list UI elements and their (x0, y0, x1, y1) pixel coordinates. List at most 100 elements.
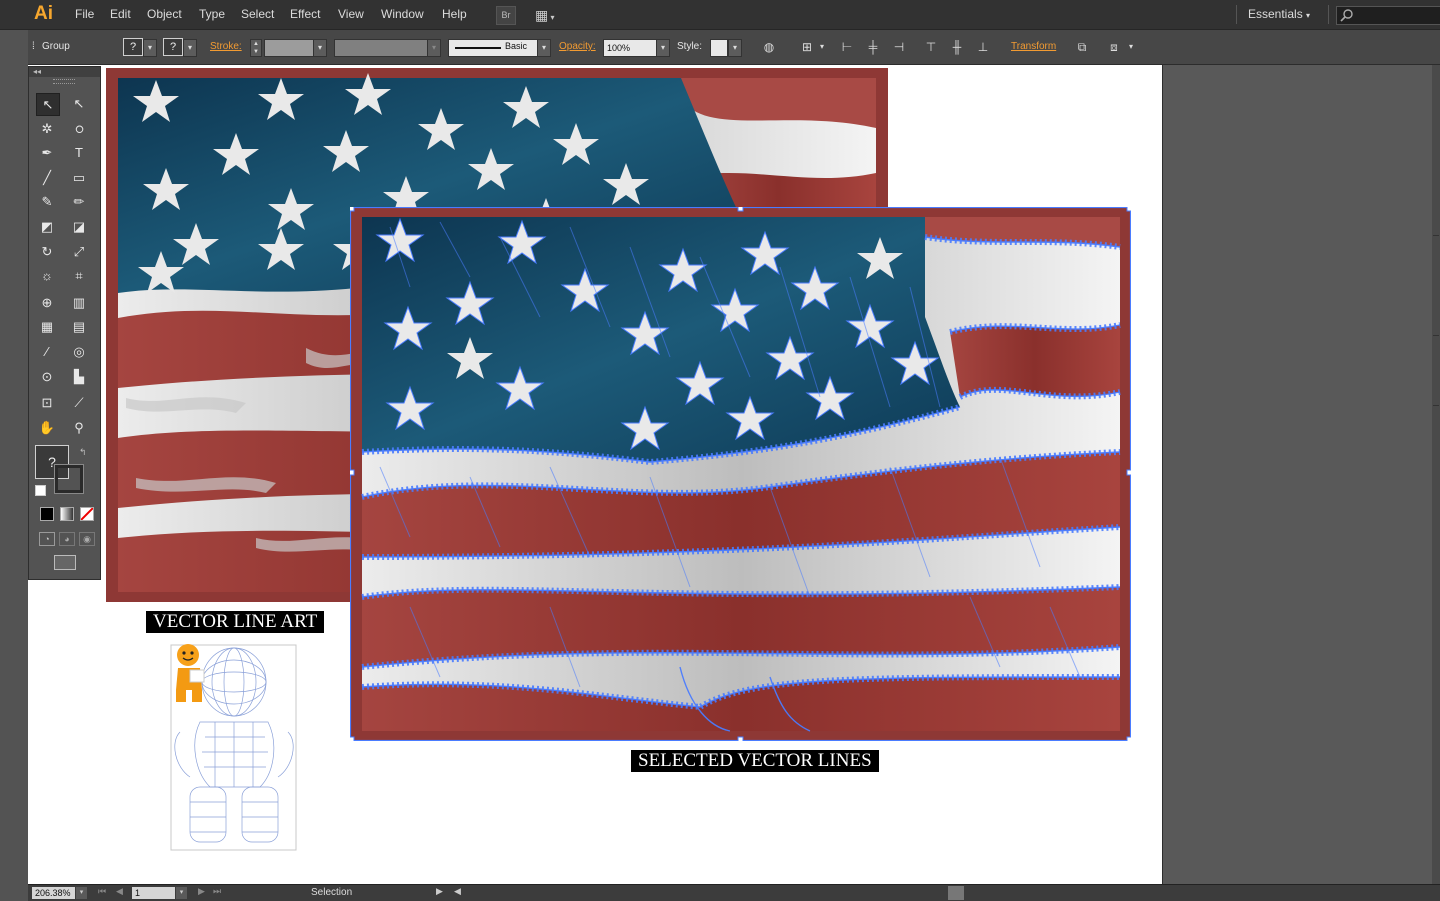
document-setup-icon[interactable]: ⧈ (1107, 40, 1121, 54)
artboard-number-field[interactable]: 1 (132, 887, 175, 899)
menu-file[interactable]: File (75, 7, 94, 21)
tools-panel: ◂◂ ? ↰ ◔ ◕ ◉ ↖ ↖ ✲ ഠ ✒ T ╱ ▭ ✎ ✏ ◩ ◪ ↻ ⤢ ☼ ⌗ ⊕ ▥ ▦ ▤ ⁄ ◎ ⊙ ▙ ⊡ ⟋ ✋… (28, 66, 101, 580)
variable-width-dropdown[interactable]: ▾ (427, 39, 441, 57)
align-horizontal-center-icon[interactable]: ╪ (866, 40, 880, 54)
rotate-tool-icon[interactable]: ↻ (36, 241, 58, 262)
eraser-tool-icon[interactable]: ◪ (68, 216, 90, 237)
zoom-field[interactable]: 206.38% (32, 887, 75, 899)
paintbrush-tool-icon[interactable]: ✎ (36, 191, 58, 212)
opacity-field[interactable]: 100% (603, 39, 659, 57)
arrange-documents-button[interactable]: ▦ ▾ (535, 6, 565, 24)
graphic-style-dropdown[interactable]: ▾ (728, 39, 742, 57)
workspace-switcher[interactable]: Essentials ▾ (1248, 7, 1310, 21)
stroke-label[interactable]: Stroke: (210, 30, 242, 64)
stroke-weight-dropdown[interactable]: ▾ (313, 39, 327, 57)
shape-builder-tool-icon[interactable]: ⊕ (36, 292, 58, 313)
align-vertical-center-icon[interactable]: ╫ (950, 40, 964, 54)
column-graph-tool-icon[interactable]: ▙ (68, 366, 90, 387)
menu-help[interactable]: Help (442, 7, 467, 21)
gradient-mode-icon[interactable] (60, 507, 74, 521)
magic-wand-tool-icon[interactable]: ✲ (36, 118, 58, 139)
chevron-down-icon[interactable]: ▾ (1124, 40, 1138, 54)
screen-mode-icon[interactable] (54, 555, 76, 570)
rectangle-tool-icon[interactable]: ▭ (68, 167, 90, 188)
menu-effect[interactable]: Effect (290, 7, 320, 21)
last-artboard-icon[interactable]: ⏭ (213, 886, 221, 897)
zoom-dropdown[interactable]: ▾ (76, 887, 87, 899)
stroke-dropdown[interactable]: ▾ (183, 39, 197, 57)
slice-tool-icon[interactable]: ⟋ (68, 392, 90, 413)
horizontal-scrollbar-thumb[interactable] (948, 886, 964, 900)
menu-window[interactable]: Window (381, 7, 424, 21)
default-fill-stroke-icon[interactable] (35, 485, 46, 496)
puppet-warp-mascot-icon (176, 644, 205, 702)
menu-select[interactable]: Select (241, 7, 274, 21)
draw-normal-icon[interactable]: ◔ (39, 532, 55, 546)
graphic-style-swatch[interactable] (710, 39, 728, 57)
stroke-weight-stepper[interactable]: ▲ ▼ (250, 39, 262, 57)
direct-selection-tool-icon[interactable]: ↖ (68, 93, 90, 114)
flag-artwork-selected[interactable] (350, 207, 1131, 741)
transform-link[interactable]: Transform (1011, 30, 1056, 64)
free-transform-tool-icon[interactable]: ⌗ (68, 265, 90, 286)
mesh-tool-icon[interactable]: ▦ (36, 316, 58, 337)
perspective-grid-tool-icon[interactable]: ▥ (68, 292, 90, 313)
variable-width-profile[interactable] (334, 39, 428, 57)
opacity-dropdown[interactable]: ▾ (656, 39, 670, 57)
bridge-button[interactable]: Br (496, 6, 516, 25)
type-tool-icon[interactable]: T (68, 142, 90, 163)
opacity-label[interactable]: Opacity: (559, 30, 596, 64)
artboard-dropdown[interactable]: ▾ (176, 887, 187, 899)
blend-tool-icon[interactable]: ◎ (68, 341, 90, 362)
collapse-icon[interactable]: ◂◂ (29, 67, 41, 76)
menu-edit[interactable]: Edit (110, 7, 131, 21)
isolate-group-icon[interactable]: ⧉ (1075, 40, 1089, 54)
status-menu-arrow-icon[interactable]: ▶ (436, 886, 443, 897)
tools-panel-grip[interactable] (53, 79, 75, 84)
pasteboard[interactable] (1163, 65, 1440, 884)
draw-behind-icon[interactable]: ◕ (59, 532, 75, 546)
menu-type[interactable]: Type (199, 7, 225, 21)
hand-tool-icon[interactable]: ✋ (36, 417, 58, 438)
previous-artboard-icon[interactable]: ◀ (116, 886, 123, 897)
vertical-scrollbar[interactable] (1432, 65, 1440, 884)
search-input[interactable] (1336, 6, 1440, 25)
menu-view[interactable]: View (338, 7, 364, 21)
menu-object[interactable]: Object (147, 7, 182, 21)
symbol-sprayer-tool-icon[interactable]: ⊙ (36, 366, 58, 387)
recolor-artwork-icon[interactable]: ◍ (762, 40, 776, 54)
align-right-icon[interactable]: ⊣ (892, 40, 906, 54)
draw-inside-icon[interactable]: ◉ (79, 532, 95, 546)
pencil-tool-icon[interactable]: ✏ (68, 191, 90, 212)
align-to-selection-icon[interactable]: ⊞ (800, 40, 814, 54)
fill-swatch[interactable]: ? (123, 38, 143, 56)
fill-dropdown[interactable]: ▾ (143, 39, 157, 57)
swap-fill-stroke-icon[interactable]: ↰ (79, 447, 87, 458)
artboard-tool-icon[interactable]: ⊡ (36, 392, 58, 413)
brush-definition[interactable]: Basic (448, 39, 538, 57)
first-artboard-icon[interactable]: ⏮ (98, 886, 106, 897)
color-mode-icon[interactable] (40, 507, 54, 521)
scale-tool-icon[interactable]: ⤢ (68, 241, 90, 262)
stroke-weight-field[interactable] (264, 39, 314, 57)
align-left-icon[interactable]: ⊢ (840, 40, 854, 54)
blob-brush-tool-icon[interactable]: ◩ (36, 216, 58, 237)
align-bottom-icon[interactable]: ⊥ (976, 40, 990, 54)
next-artboard-icon[interactable]: ▶ (198, 886, 205, 897)
chevron-down-icon[interactable]: ▾ (815, 40, 829, 54)
align-top-icon[interactable]: ⊤ (924, 40, 938, 54)
warp-tool-icon[interactable]: ☼ (36, 265, 58, 286)
stroke-color-box[interactable] (54, 464, 84, 494)
lasso-tool-icon[interactable]: ഠ (68, 118, 90, 139)
brush-dropdown[interactable]: ▾ (537, 39, 551, 57)
stroke-swatch[interactable]: ? (163, 38, 183, 56)
scroll-left-icon[interactable]: ◀ (454, 886, 461, 897)
gradient-tool-icon[interactable]: ▤ (68, 316, 90, 337)
none-mode-icon[interactable] (80, 507, 94, 521)
tools-panel-header[interactable]: ◂◂ (29, 67, 100, 77)
pen-tool-icon[interactable]: ✒ (36, 142, 58, 163)
line-tool-icon[interactable]: ╱ (36, 167, 58, 188)
eyedropper-tool-icon[interactable]: ⁄ (36, 341, 58, 362)
zoom-tool-icon[interactable]: ⚲ (68, 417, 90, 438)
selection-tool-icon[interactable]: ↖ (36, 93, 60, 116)
